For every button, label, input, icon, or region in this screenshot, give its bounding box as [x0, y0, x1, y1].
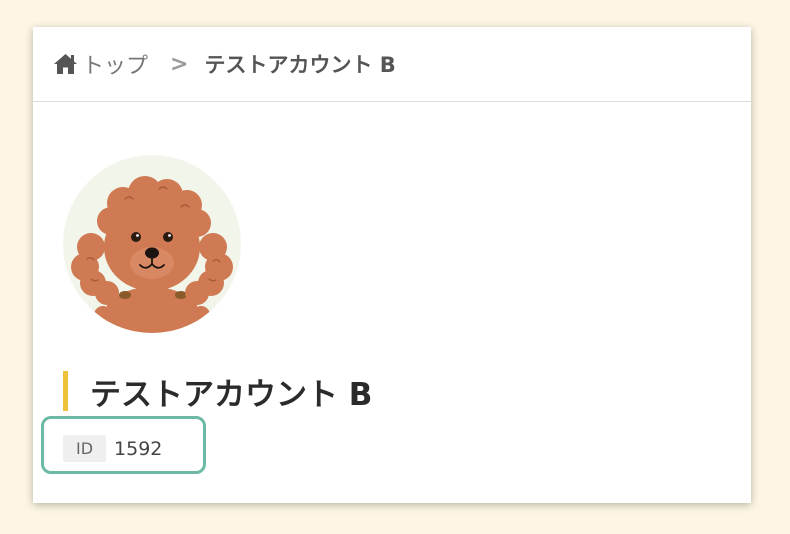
title-accent-bar	[63, 371, 68, 411]
profile-title: テストアカウント B	[63, 369, 372, 413]
breadcrumb-separator: >	[170, 51, 189, 77]
profile-id: ID 1592	[63, 435, 162, 462]
id-label-badge: ID	[63, 435, 107, 462]
home-icon[interactable]	[53, 53, 78, 75]
id-value: 1592	[114, 437, 163, 460]
poodle-dog-icon	[71, 176, 233, 333]
profile-name: テストアカウント B	[90, 376, 373, 413]
breadcrumb-current: テストアカウント B	[204, 53, 396, 77]
breadcrumb: トップ > テストアカウント B	[33, 27, 751, 102]
avatar	[63, 155, 241, 333]
breadcrumb-home-link[interactable]: トップ	[82, 48, 148, 80]
profile-card: トップ > テストアカウント B テストアカウント B ID 1592	[33, 27, 751, 503]
